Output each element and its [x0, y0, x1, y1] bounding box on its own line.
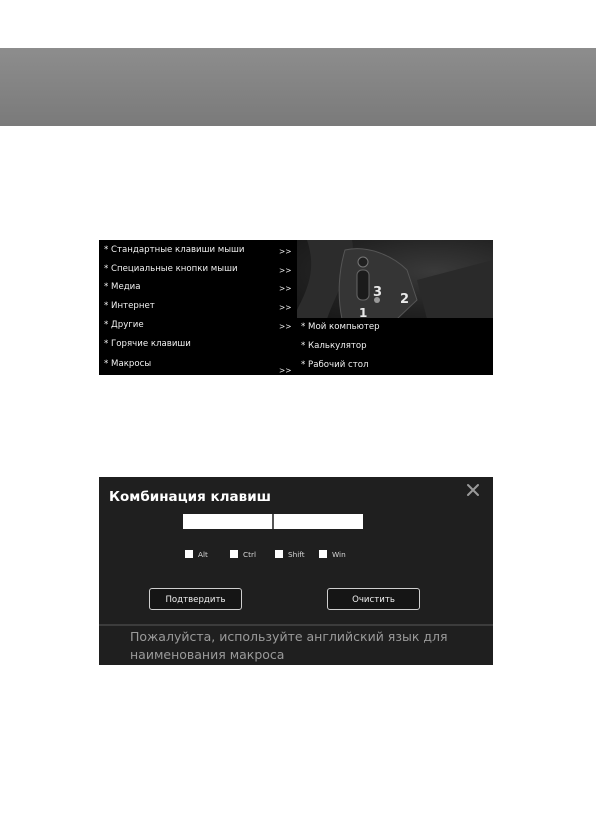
checkbox-box: [319, 550, 327, 558]
key-input-2[interactable]: [274, 514, 363, 529]
key-combination-dialog: Комбинация клавиш Alt Ctrl Shift Win Под…: [99, 477, 493, 665]
language-hint: Пожалуйста, используйте английский язык …: [130, 629, 448, 662]
mouse-photo: 3 2 1: [297, 240, 493, 319]
checkbox-box: [185, 550, 193, 558]
menu-item-special-mouse-buttons[interactable]: * Специальные кнопки мыши >>: [99, 260, 297, 279]
menu-item-standard-mouse-keys[interactable]: * Стандартные клавиши мыши >>: [99, 241, 297, 260]
menu-item-label: * Другие: [104, 320, 144, 330]
clear-button[interactable]: Очистить: [327, 588, 420, 610]
menu-item-label: * Специальные кнопки мыши: [104, 264, 238, 274]
checkbox-label: Win: [332, 549, 346, 559]
menu-item-hotkeys[interactable]: * Горячие клавиши: [99, 335, 297, 354]
header-band: [0, 48, 596, 126]
confirm-button[interactable]: Подтвердить: [149, 588, 242, 610]
menu-item-label: * Медиа: [104, 282, 141, 292]
key-input-1[interactable]: [183, 514, 272, 529]
menu-item-label: * Стандартные клавиши мыши: [104, 245, 245, 255]
menu-item-internet[interactable]: * Интернет >>: [99, 297, 297, 316]
submenu-item-calculator[interactable]: * Калькулятор: [301, 337, 367, 356]
ctrl-checkbox[interactable]: Ctrl: [230, 549, 256, 559]
checkbox-label: Alt: [198, 549, 208, 559]
close-icon[interactable]: [465, 482, 481, 498]
alt-checkbox[interactable]: Alt: [185, 549, 208, 559]
submenu-arrow-icon: >>: [279, 366, 292, 375]
checkbox-label: Shift: [288, 549, 305, 559]
menu-item-label: * Горячие клавиши: [104, 339, 191, 349]
submenu-item-desktop[interactable]: * Рабочий стол: [301, 356, 369, 375]
mouse-button-number-2: 2: [400, 292, 410, 307]
checkbox-box: [275, 550, 283, 558]
menu-item-other[interactable]: * Другие >>: [99, 316, 297, 335]
shift-checkbox[interactable]: Shift: [275, 549, 305, 559]
menu-item-macros[interactable]: * Макросы: [99, 355, 297, 374]
menu-item-label: * Интернет: [104, 301, 155, 311]
menu-item-label: * Макросы: [104, 359, 152, 369]
other-submenu: * Мой компьютер * Калькулятор * Рабочий …: [297, 318, 493, 375]
submenu-arrow-icon: >>: [279, 322, 292, 331]
mouse-button-number-3: 3: [373, 285, 383, 300]
button-assignment-menu-screenshot: 3 2 1 * Стандартные клавиши мыши >> * Сп…: [99, 240, 493, 375]
submenu-item-my-computer[interactable]: * Мой компьютер: [301, 318, 380, 337]
submenu-arrow-icon: >>: [279, 303, 292, 312]
submenu-arrow-icon: >>: [279, 284, 292, 293]
win-checkbox[interactable]: Win: [319, 549, 346, 559]
menu-item-media[interactable]: * Медиа >>: [99, 278, 297, 297]
assignment-menu: * Стандартные клавиши мыши >> * Специаль…: [99, 240, 297, 375]
divider: [99, 624, 493, 626]
checkbox-label: Ctrl: [243, 549, 256, 559]
submenu-arrow-icon: >>: [279, 247, 292, 256]
checkbox-box: [230, 550, 238, 558]
dialog-title: Комбинация клавиш: [109, 489, 271, 505]
